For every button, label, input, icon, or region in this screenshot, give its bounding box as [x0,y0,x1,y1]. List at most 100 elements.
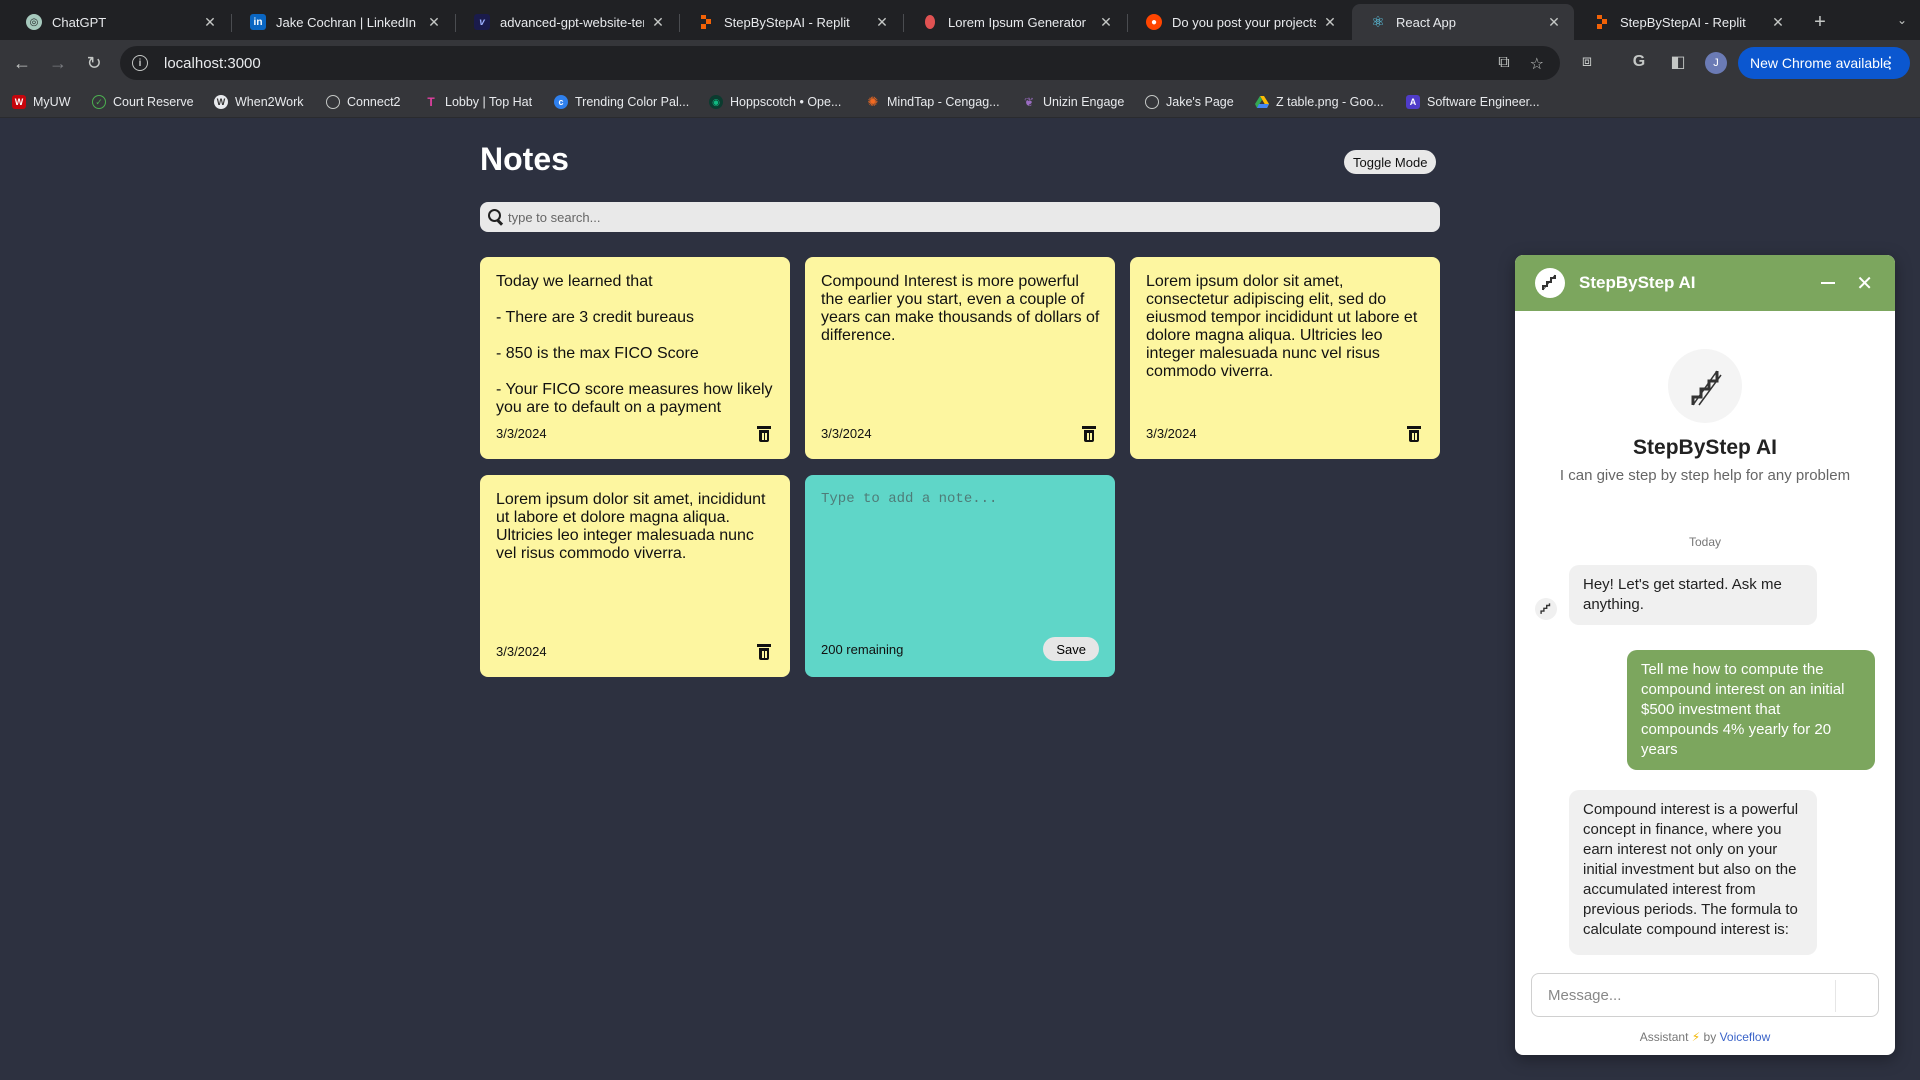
chat-footer: Assistant ⚡ by Voiceflow [1515,1030,1895,1044]
voiceflow-link[interactable]: Voiceflow [1720,1030,1771,1044]
google-drive-icon [1255,95,1269,109]
profile-avatar[interactable]: J [1705,52,1727,74]
footer-by: by [1703,1030,1717,1044]
stairs-logo-icon [1535,268,1565,298]
tab-replit-1[interactable]: StepByStepAI - Replit ✕ [680,4,902,40]
bot-avatar-large [1668,349,1742,423]
input-divider [1835,980,1836,1012]
trash-icon[interactable] [1407,426,1421,442]
coolors-icon: c [554,95,568,109]
bookmark-label: Court Reserve [113,95,194,109]
close-icon[interactable]: ✕ [650,14,666,30]
tab-linkedin[interactable]: in Jake Cochran | LinkedIn ✕ [232,4,454,40]
close-icon[interactable]: ✕ [1098,14,1114,30]
bookmarks-bar: W MyUW ✓ Court Reserve W When2Work Conne… [0,86,1920,118]
bookmark-label: Jake's Page [1166,95,1234,109]
trash-icon[interactable] [757,426,771,442]
address-bar[interactable]: i localhost:3000 ⧉ ☆ [120,46,1560,80]
close-icon[interactable]: ✕ [1856,271,1873,296]
react-icon: ⚛ [1371,14,1385,31]
tab-title: Lorem Ipsum Generator [948,14,1087,30]
browser-toolbar: ← → ↻ i localhost:3000 ⧉ ☆ ⧈ G ◧ J New C… [0,40,1920,86]
bookmark-color-palettes[interactable]: c Trending Color Pal... [554,93,689,111]
new-note-card: 200 remaining Save [805,475,1115,677]
bookmark-when2work[interactable]: W When2Work [214,93,304,111]
bookmark-top-hat[interactable]: T Lobby | Top Hat [424,93,532,111]
new-tab-button[interactable]: + [1806,8,1834,36]
bookmark-software-engineer[interactable]: A Software Engineer... [1406,93,1540,111]
v-icon: v [474,14,490,30]
reload-icon[interactable]: ↻ [80,49,108,77]
tab-reddit[interactable]: ● Do you post your projects o ✕ [1128,4,1350,40]
close-icon[interactable]: ✕ [1770,14,1786,30]
toggle-mode-button[interactable]: Toggle Mode [1344,150,1437,174]
tab-advanced-gpt[interactable]: v advanced-gpt-website-ten ✕ [456,4,678,40]
search-bar[interactable] [480,202,1440,232]
note-card: Lorem ipsum dolor sit amet, incididunt u… [480,475,790,677]
save-button[interactable]: Save [1043,637,1099,661]
when2work-icon: W [214,95,228,109]
bot-avatar [1535,598,1557,620]
tab-strip: ◎ ChatGPT ✕ in Jake Cochran | LinkedIn ✕… [0,0,1920,40]
replit-icon [698,14,714,30]
new-note-textarea[interactable] [821,491,1101,621]
url-text[interactable]: localhost:3000 [164,55,261,72]
tab-lorem-ipsum[interactable]: Lorem Ipsum Generator ✕ [904,4,1126,40]
install-app-icon[interactable]: ⧉ [1498,54,1509,74]
note-card: Compound Interest is more powerful the e… [805,257,1115,459]
bookmark-label: MindTap - Cengag... [887,95,1000,109]
tab-search-chevron-icon[interactable]: ⌄ [1892,8,1912,32]
chrome-update-button[interactable]: New Chrome available ⋮ [1738,47,1910,79]
close-icon[interactable]: ✕ [1546,14,1562,30]
extensions-puzzle-icon[interactable]: ⧈ [1576,51,1598,73]
bookmark-court-reserve[interactable]: ✓ Court Reserve [92,93,194,111]
bookmark-hoppscotch[interactable]: ◉ Hoppscotch • Ope... [709,93,841,111]
tab-title: Jake Cochran | LinkedIn [276,14,416,30]
note-card: Lorem ipsum dolor sit amet, consectetur … [1130,257,1440,459]
search-input[interactable] [508,209,1440,225]
kebab-menu-icon: ⋮ [1882,55,1898,72]
tab-react-app[interactable]: ⚛ React App ✕ [1352,4,1574,40]
tab-title: StepByStepAI - Replit [1620,14,1746,30]
site-info-icon[interactable]: i [132,55,148,71]
characters-remaining: 200 remaining [821,642,904,657]
close-icon[interactable]: ✕ [874,14,890,30]
replit-icon [1594,14,1610,30]
close-icon[interactable]: ✕ [202,14,218,30]
bookmark-label: MyUW [33,95,71,109]
user-message: Tell me how to compute the compound inte… [1627,650,1875,770]
trash-icon[interactable] [1082,426,1096,442]
trash-icon[interactable] [757,644,771,660]
note-text: Lorem ipsum dolor sit amet, consectetur … [1146,273,1418,380]
scroll-fade [1515,955,1895,971]
unizin-icon: ❦ [1023,95,1035,109]
bookmark-connect2[interactable]: Connect2 [326,93,401,111]
bookmark-z-table[interactable]: Z table.png - Goo... [1255,93,1384,111]
chat-header: StepByStep AI ✕ [1515,255,1895,311]
google-icon[interactable]: G [1628,51,1650,73]
back-arrow-icon[interactable]: ← [8,49,36,77]
message-input[interactable] [1548,986,1828,1004]
close-icon[interactable]: ✕ [426,14,442,30]
close-icon[interactable]: ✕ [1322,14,1338,30]
bookmark-label: Trending Color Pal... [575,95,690,109]
bot-description: I can give step by step help for any pro… [1559,467,1851,484]
bookmark-unizin[interactable]: ❦ Unizin Engage [1022,93,1124,111]
tab-title: Do you post your projects o [1172,14,1316,30]
note-date: 3/3/2024 [496,426,547,441]
bookmark-label: Lobby | Top Hat [445,95,533,109]
mindtap-icon: ✺ [867,94,879,109]
bookmark-myuw[interactable]: W MyUW [12,93,71,111]
tab-chatgpt[interactable]: ◎ ChatGPT ✕ [8,4,230,40]
top-hat-icon: T [427,95,435,109]
chat-input-box[interactable] [1531,973,1879,1017]
forward-arrow-icon[interactable]: → [44,49,72,77]
bookmark-mindtap[interactable]: ✺ MindTap - Cengag... [866,93,1000,111]
bookmark-star-icon[interactable]: ☆ [1530,54,1544,74]
minimize-icon[interactable] [1821,282,1835,284]
bookmark-jakes-page[interactable]: Jake's Page [1145,93,1234,111]
note-date: 3/3/2024 [1146,426,1197,441]
tab-replit-2[interactable]: StepByStepAI - Replit ✕ [1576,4,1798,40]
side-panel-icon[interactable]: ◧ [1667,51,1689,73]
page-title: Notes [480,141,569,177]
